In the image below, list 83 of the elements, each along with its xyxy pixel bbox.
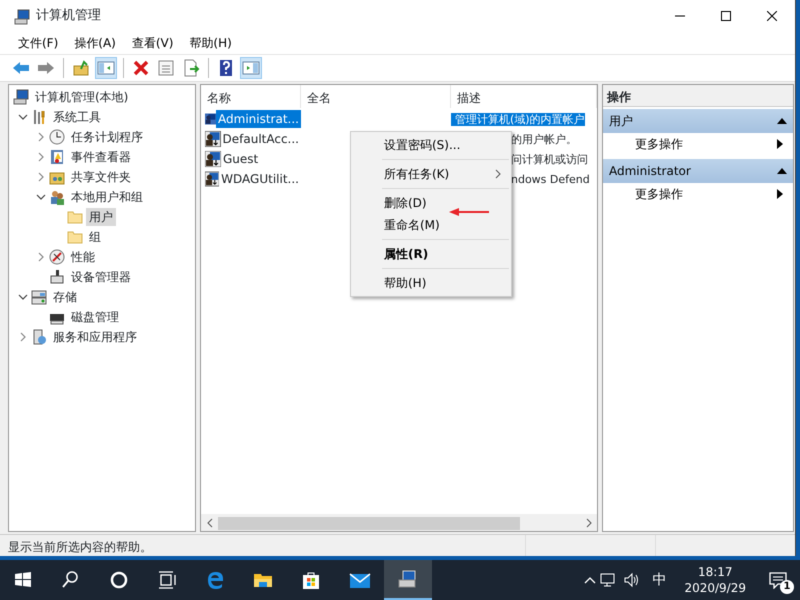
tree-item[interactable]: 用户: [86, 208, 116, 226]
menu-item[interactable]: 帮助(H): [351, 272, 511, 294]
maximize-icon: [721, 11, 731, 21]
tree-item[interactable]: 磁盘管理: [68, 308, 122, 326]
event-log-icon: [49, 149, 65, 165]
folder-icon: [67, 229, 83, 245]
tree-item[interactable]: 本地用户和组: [68, 188, 146, 206]
network-icon[interactable]: [600, 572, 616, 588]
menu-item[interactable]: 操作(A): [66, 34, 124, 52]
computer-icon: [13, 89, 29, 105]
tree-item[interactable]: 存储: [50, 288, 80, 306]
menu-item[interactable]: 所有任务(K): [351, 163, 511, 185]
input-method-indicator[interactable]: 中: [644, 570, 674, 590]
window-title: 计算机管理: [36, 7, 101, 26]
row-name[interactable]: Guest: [221, 150, 260, 168]
menu-item[interactable]: 属性(R): [351, 243, 511, 265]
column-header[interactable]: 名称: [201, 85, 301, 108]
device-manager-icon: [49, 269, 65, 285]
storage-icon: [31, 289, 47, 305]
clock-date[interactable]: 2020/9/29: [684, 580, 746, 596]
action-item[interactable]: 更多操作: [603, 133, 793, 155]
properties-icon: [157, 59, 175, 77]
folder-up-icon: [72, 59, 90, 77]
user-account-icon: [205, 111, 216, 127]
tree-item[interactable]: 计算机管理(本地): [32, 88, 132, 106]
tree-item[interactable]: 任务计划程序: [68, 128, 146, 146]
user-account-icon: [205, 171, 220, 187]
tree-item[interactable]: 设备管理器: [68, 268, 134, 286]
back-arrow-icon: [12, 59, 30, 77]
user-account-icon: [205, 151, 221, 167]
row-name[interactable]: DefaultAcc...: [220, 130, 301, 148]
clock-icon: [49, 129, 65, 145]
column-header[interactable]: 描述: [451, 85, 597, 108]
menu-item[interactable]: 文件(F): [10, 34, 66, 52]
scroll-right-icon[interactable]: [586, 518, 592, 528]
menu-item[interactable]: 重命名(M): [351, 214, 511, 236]
tree-item[interactable]: 服务和应用程序: [50, 328, 140, 346]
menu-item[interactable]: 设置密码(S)...: [351, 134, 511, 156]
horizontal-scrollbar[interactable]: [201, 514, 597, 531]
tree-item[interactable]: 组: [86, 228, 104, 246]
menu-item[interactable]: 帮助(H): [181, 34, 240, 52]
help-icon: [217, 59, 235, 77]
actions-title: 操作: [603, 85, 793, 107]
tree-item[interactable]: 共享文件夹: [68, 168, 134, 186]
menu-item[interactable]: 查看(V): [124, 34, 182, 52]
export-icon: [182, 59, 200, 77]
row-name[interactable]: Administrat...: [216, 110, 301, 128]
section-header[interactable]: 用户: [603, 109, 793, 133]
forward-arrow-icon: [37, 59, 55, 77]
action-pane-icon: [242, 59, 260, 77]
row-name[interactable]: WDAGUtilit...: [219, 170, 301, 188]
submenu-triangle-icon: [777, 189, 783, 199]
row-description: 管理计算机(域)的内置帐户: [451, 112, 585, 126]
submenu-chevron-icon: [495, 169, 501, 179]
row-description: 问计算机或访问: [510, 152, 588, 166]
users-icon: [49, 189, 65, 205]
computer-icon: [14, 8, 30, 25]
annotation-arrow: [449, 207, 491, 217]
taskbar-button[interactable]: [384, 560, 432, 600]
row-description: 的用户帐户。: [510, 132, 577, 146]
tree-item[interactable]: 事件查看器: [68, 148, 134, 166]
folder-icon: [67, 209, 83, 225]
user-account-icon: [205, 131, 221, 147]
scroll-left-icon[interactable]: [206, 518, 212, 528]
tree-item[interactable]: 系统工具: [50, 108, 104, 126]
tools-icon: [31, 109, 47, 125]
column-header[interactable]: 全名: [301, 85, 451, 108]
delete-icon: [132, 59, 150, 77]
chevron-up-icon[interactable]: [584, 575, 596, 585]
section-header[interactable]: Administrator: [603, 159, 793, 183]
services-icon: [31, 329, 47, 345]
menu-item[interactable]: 删除(D): [351, 192, 511, 214]
volume-icon[interactable]: [624, 572, 640, 588]
clock-time[interactable]: 18:17: [684, 564, 746, 580]
close-icon: [767, 11, 777, 21]
tree-toggle-icon: [97, 59, 115, 77]
row-description: ndows Defend: [510, 172, 590, 186]
action-item[interactable]: 更多操作: [603, 183, 793, 205]
status-text: 显示当前所选内容的帮助。: [7, 539, 153, 556]
notification-count: 1: [780, 580, 794, 594]
tree-item[interactable]: 性能: [68, 248, 98, 266]
submenu-triangle-icon: [777, 139, 783, 149]
performance-icon: [49, 249, 65, 265]
